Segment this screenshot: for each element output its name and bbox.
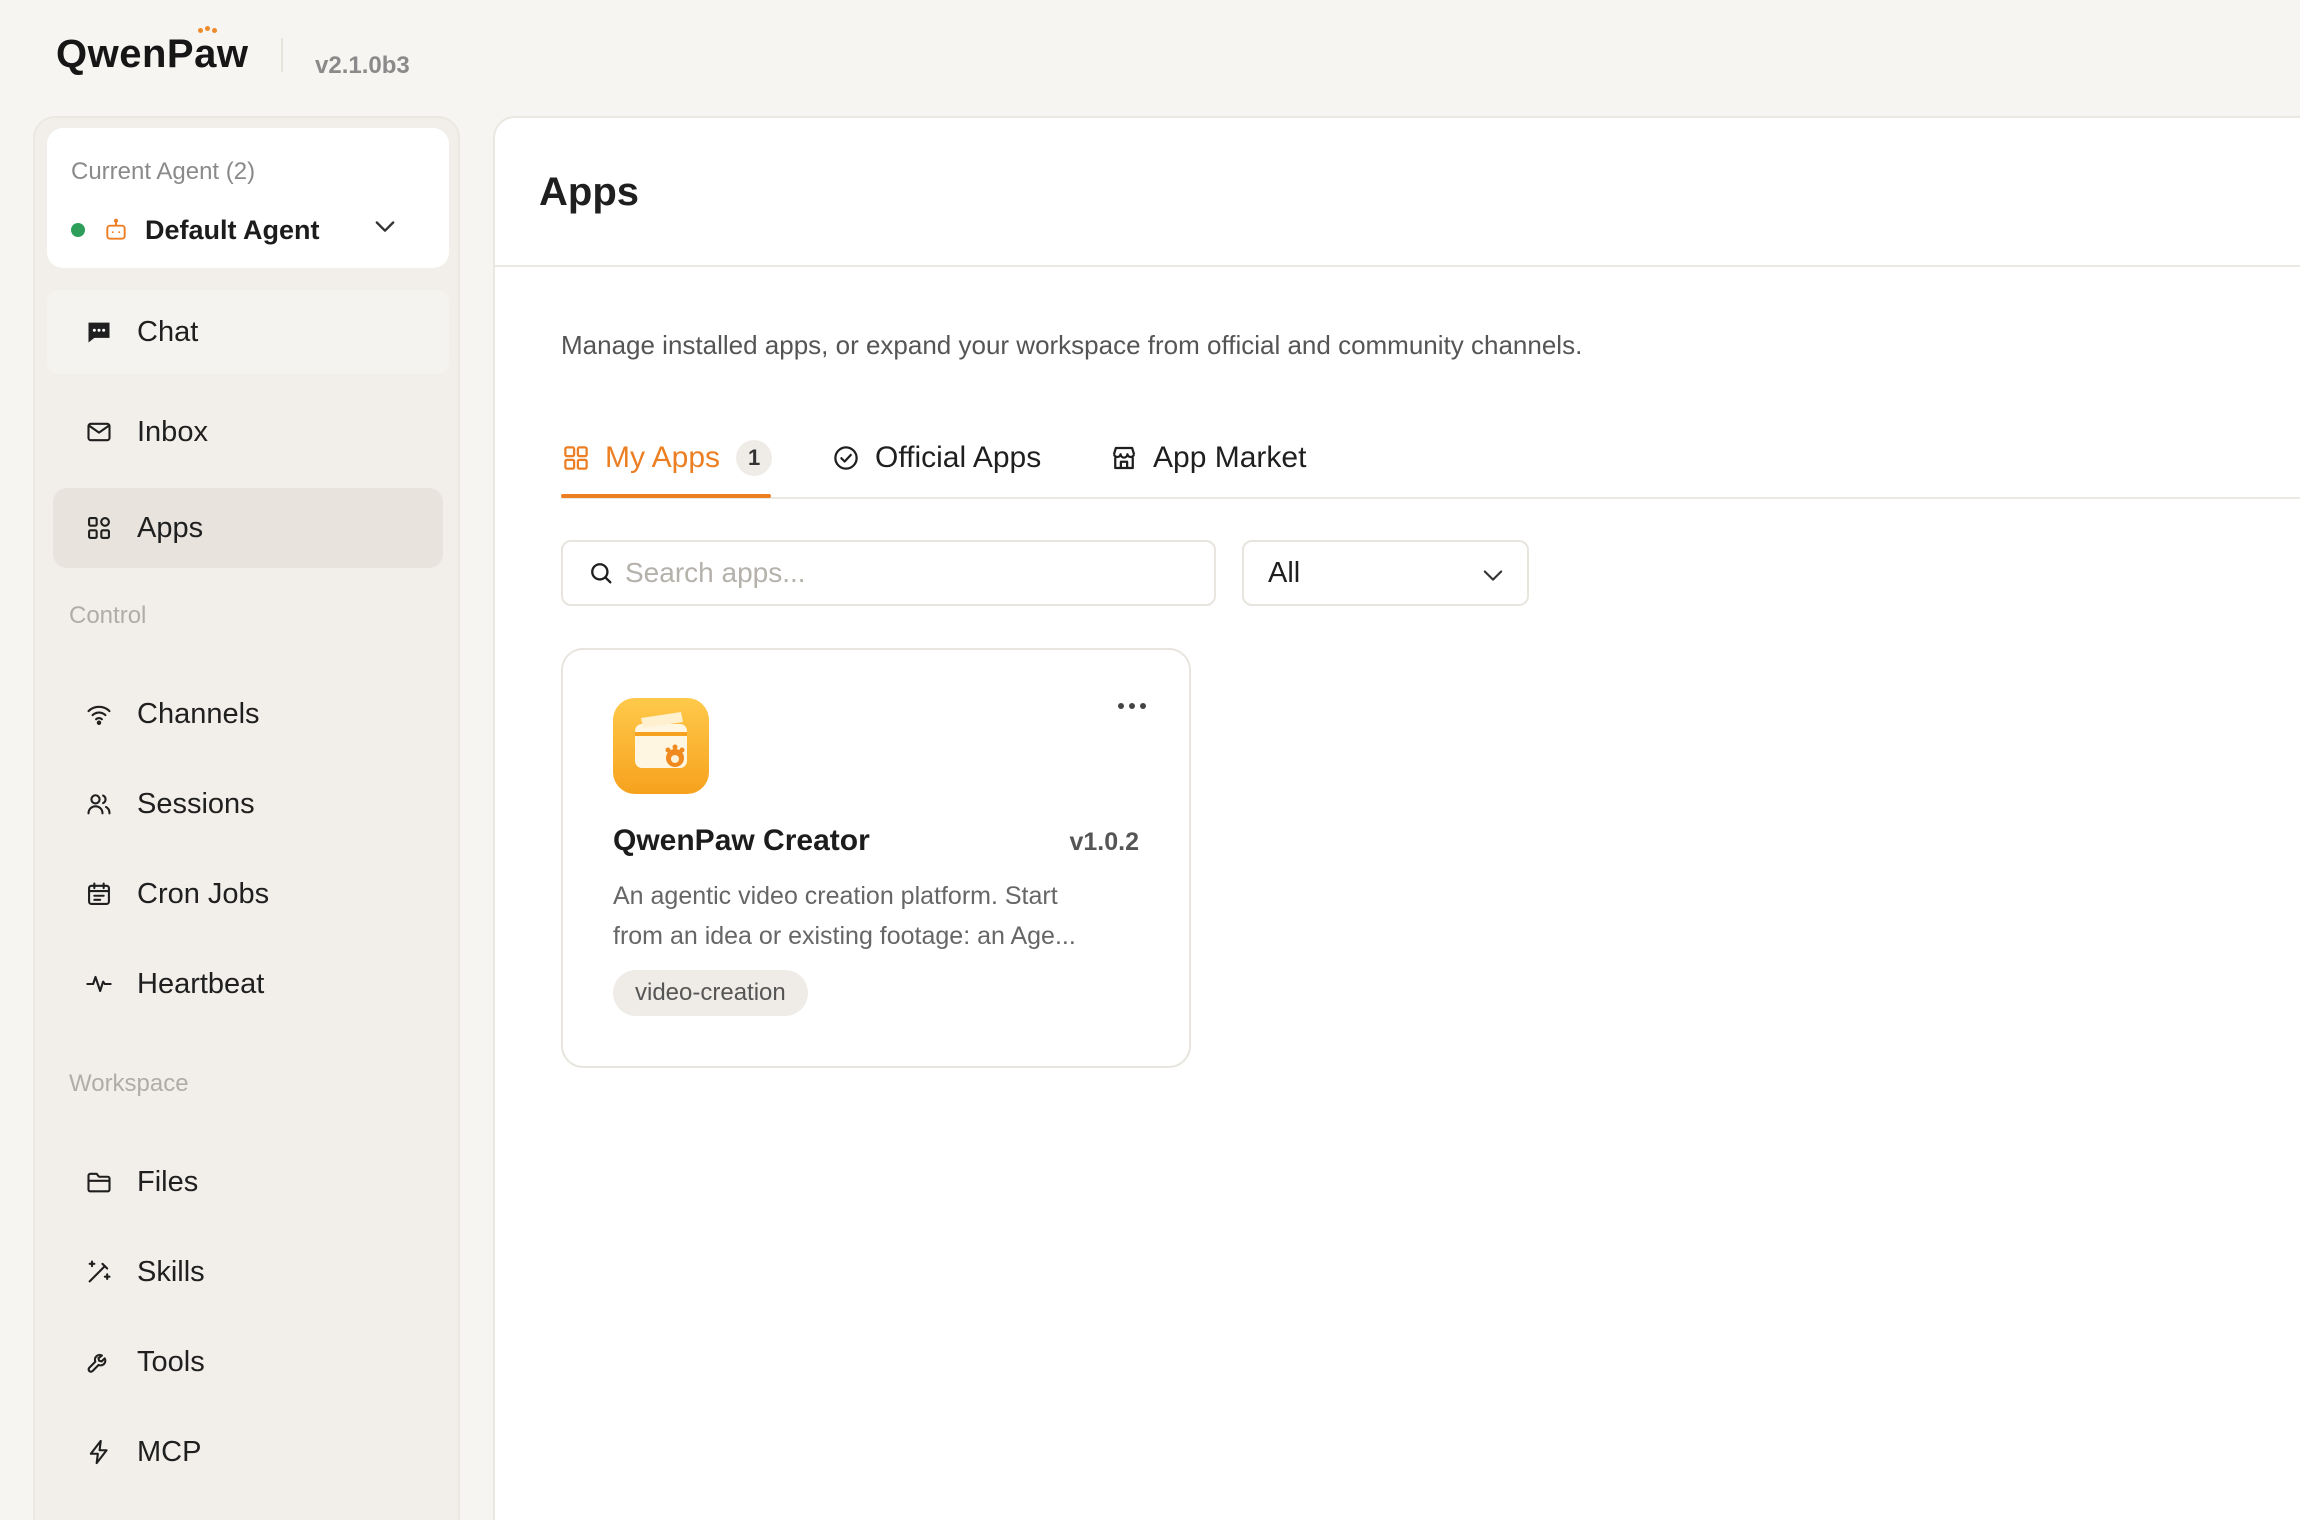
sidebar-item-sessions[interactable]: Sessions: [53, 764, 443, 844]
filter-selected-value: All: [1268, 556, 1301, 589]
logo-text-suffix: w: [216, 32, 249, 76]
sidebar-item-label: Files: [137, 1165, 199, 1198]
agent-name: Default Agent: [145, 214, 320, 245]
logo-divider: [281, 38, 283, 72]
folder-icon: [87, 1172, 111, 1193]
section-label-control: Control: [69, 602, 147, 629]
sidebar-item-label: Apps: [137, 511, 204, 544]
apps-icon: [88, 517, 110, 539]
section-label-workspace: Workspace: [69, 1070, 189, 1097]
chevron-down-icon[interactable]: [371, 212, 399, 240]
chevron-down-icon: [1483, 570, 1503, 581]
sidebar-item-skills[interactable]: Skills: [53, 1232, 443, 1312]
tab-app-market[interactable]: App Market: [1109, 418, 1306, 498]
logo-text-prefix: Qwen: [56, 32, 167, 76]
calendar-icon: [88, 882, 110, 905]
logo-text-p: P: [166, 32, 195, 76]
wrench-icon: [87, 1353, 107, 1373]
agent-selector[interactable]: Current Agent (2) Default Agent: [47, 128, 449, 268]
version-label: v2.1.0b3: [315, 52, 410, 79]
wifi-icon: [87, 705, 111, 725]
page-title: Apps: [539, 170, 639, 214]
robot-icon: [106, 218, 126, 240]
tab-my-apps[interactable]: My Apps 1: [561, 418, 773, 498]
more-options-icon[interactable]: [1115, 698, 1149, 714]
page-description: Manage installed apps, or expand your wo…: [561, 330, 1583, 360]
sidebar-item-inbox[interactable]: Inbox: [53, 392, 443, 472]
tab-label: Official Apps: [875, 441, 1042, 474]
pulse-icon: [86, 975, 112, 993]
agent-status-dot: [71, 223, 85, 237]
app-logo[interactable]: QwenP aw: [56, 26, 249, 77]
sidebar-item-label: Cron Jobs: [137, 877, 270, 910]
paw-ears-icon: [198, 26, 218, 36]
app-card[interactable]: QwenPaw Creator v1.0.2 An agentic video …: [561, 648, 1191, 1068]
top-bar: QwenP aw v2.1.0b3: [0, 0, 2300, 116]
tabs-divider: [561, 497, 2300, 499]
creator-app-icon: [613, 698, 709, 794]
tab-label: App Market: [1153, 441, 1307, 474]
sidebar-item-label: Sessions: [137, 787, 255, 820]
sidebar-item-channels[interactable]: Channels: [53, 674, 443, 754]
sidebar-item-label: Channels: [137, 697, 260, 730]
tab-bar: My Apps 1 Official Apps App Market: [561, 418, 2300, 499]
category-filter-select[interactable]: All: [1242, 540, 1529, 606]
sidebar-item-mcp[interactable]: MCP: [53, 1412, 443, 1492]
count-badge: 1: [736, 440, 773, 476]
agent-selector-title: Current Agent (2): [71, 158, 256, 185]
main-panel: Apps Manage installed apps, or expand yo…: [493, 116, 2300, 1520]
logo-paw-a: a: [194, 26, 218, 77]
grid-icon: [564, 446, 588, 470]
app-tag: video-creation: [613, 970, 808, 1016]
sidebar-item-heartbeat[interactable]: Heartbeat: [53, 944, 443, 1024]
sidebar-item-cron-jobs[interactable]: Cron Jobs: [53, 854, 443, 934]
app-description-line: from an idea or existing footage: an Age…: [613, 922, 1076, 950]
active-tab-indicator: [561, 494, 771, 498]
search-icon: [591, 563, 612, 584]
sidebar-item-label: Chat: [137, 315, 199, 348]
sidebar-item-label: Inbox: [137, 415, 208, 448]
sidebar-item-apps[interactable]: Apps: [53, 488, 443, 568]
app-description-line: An agentic video creation platform. Star…: [613, 882, 1058, 910]
app-description: An agentic video creation platform. Star…: [613, 876, 1153, 956]
title-divider: [495, 265, 2300, 267]
sidebar: Current Agent (2) Default Agent Chat Inb…: [33, 116, 460, 1520]
app-version: v1.0.2: [1069, 828, 1139, 856]
inbox-icon: [87, 422, 111, 442]
store-icon: [1112, 446, 1136, 470]
users-icon: [87, 794, 111, 815]
magic-wand-icon: [88, 1260, 111, 1283]
lightning-icon: [89, 1439, 108, 1465]
sidebar-item-label: Skills: [137, 1255, 205, 1288]
sidebar-item-files[interactable]: Files: [53, 1142, 443, 1222]
sidebar-item-chat[interactable]: Chat: [53, 292, 443, 372]
tab-label: My Apps: [605, 441, 721, 474]
tab-official-apps[interactable]: Official Apps: [831, 418, 1041, 498]
sidebar-item-label: Heartbeat: [137, 967, 265, 1000]
app-name: QwenPaw Creator: [613, 824, 870, 857]
search-input[interactable]: [625, 557, 1185, 589]
sidebar-item-tools[interactable]: Tools: [53, 1322, 443, 1402]
check-circle-icon: [834, 446, 858, 470]
sidebar-item-label: Tools: [137, 1345, 205, 1378]
chat-icon: [88, 322, 110, 343]
sidebar-item-label: MCP: [137, 1435, 202, 1468]
agent-row: Default Agent: [71, 214, 320, 246]
search-box: [561, 540, 1216, 606]
